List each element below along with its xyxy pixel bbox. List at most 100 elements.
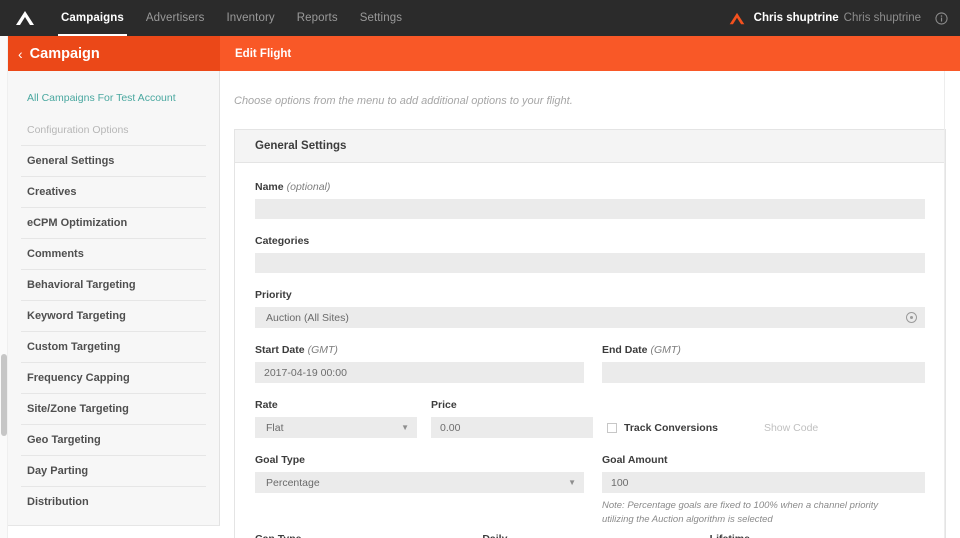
nav-item-settings[interactable]: Settings [349, 0, 413, 36]
chevron-up-avatar-icon [729, 12, 744, 24]
field-goal-amount: Goal Amount 100 Note: Percentage goals a… [601, 454, 925, 527]
sidebar-item-site-zone-targeting[interactable]: Site/Zone Targeting [21, 393, 206, 424]
info-circle-icon [935, 11, 948, 25]
field-priority: Priority Auction (All Sites) [255, 289, 925, 328]
sidebar-item-geo-targeting[interactable]: Geo Targeting [21, 424, 206, 455]
nav-item-advertisers[interactable]: Advertisers [135, 0, 216, 36]
card-body: Name (optional) Categories Priority Aucti… [235, 163, 945, 538]
clear-circle-icon[interactable] [906, 312, 917, 323]
end-date-label-text: End Date [601, 344, 648, 356]
rate-select[interactable]: Flat ▼ [255, 417, 417, 438]
cap-type-label: Cap Type [255, 533, 472, 538]
price-label: Price [431, 399, 457, 411]
app-logo[interactable] [0, 0, 50, 36]
sidebar-item-ecpm-optimization[interactable]: eCPM Optimization [21, 207, 206, 238]
sidebar-account-link[interactable]: All Campaigns For Test Account [21, 71, 206, 104]
nav-label: Advertisers [145, 12, 205, 24]
categories-label: Categories [255, 235, 310, 247]
back-chevron-icon: ‹ [18, 45, 23, 62]
general-settings-card: General Settings Name (optional) Categori… [234, 129, 946, 538]
sidebar-item-custom-targeting[interactable]: Custom Targeting [21, 331, 206, 362]
field-lifetime: Lifetime [710, 533, 925, 538]
field-daily: Daily [482, 533, 699, 538]
field-goal-type: Goal Type Percentage ▼ [255, 454, 584, 527]
sidebar-item-creatives[interactable]: Creatives [21, 176, 206, 207]
user-area: Chris shuptrine Chris shuptrine [728, 0, 960, 36]
sidebar-item-frequency-capping[interactable]: Frequency Capping [21, 362, 206, 393]
field-start-date: Start Date (GMT) 2017-04-19 00:00 [255, 344, 584, 383]
sidebar-item-behavioral-targeting[interactable]: Behavioral Targeting [21, 269, 206, 300]
name-optional-text: (optional) [286, 181, 331, 193]
page-title: Edit Flight [235, 47, 292, 60]
daily-label: Daily [482, 533, 699, 538]
date-row: Start Date (GMT) 2017-04-19 00:00 End Dat… [255, 344, 925, 383]
show-code-link[interactable]: Show Code [764, 422, 818, 434]
start-date-label: Start Date (GMT) [255, 344, 584, 356]
nav-item-inventory[interactable]: Inventory [216, 0, 286, 36]
name-label: Name (optional) [255, 181, 925, 193]
content-right-border [944, 71, 945, 538]
priority-select[interactable]: Auction (All Sites) [255, 307, 925, 328]
field-track-conversions: Track Conversions Show Code [607, 399, 818, 438]
top-navigation-bar: Campaigns Advertisers Inventory Reports … [0, 0, 960, 36]
page-scrollbar-thumb[interactable] [1, 354, 7, 436]
goal-type-label: Goal Type [255, 454, 305, 466]
goal-type-select[interactable]: Percentage ▼ [255, 472, 584, 493]
start-date-input[interactable]: 2017-04-19 00:00 [255, 362, 584, 383]
track-conversions-row: Track Conversions Show Code [607, 422, 818, 434]
nav-label: Reports [296, 12, 338, 24]
goal-row: Goal Type Percentage ▼ Goal Amount 100 N… [255, 454, 925, 527]
price-input[interactable]: 0.00 [431, 417, 593, 438]
configuration-sidebar: All Campaigns For Test Account Configura… [8, 71, 220, 526]
nav-item-campaigns[interactable]: Campaigns [50, 0, 135, 36]
user-name: Chris shuptrine [753, 12, 839, 24]
field-rate: Rate Flat ▼ [255, 399, 417, 438]
rate-row: Rate Flat ▼ Price 0.00 Track Conversions… [255, 399, 925, 438]
end-date-unit: (GMT) [650, 344, 681, 356]
main-content: Choose options from the menu to add addi… [221, 71, 960, 538]
sidebar-item-distribution[interactable]: Distribution [21, 486, 206, 517]
field-end-date: End Date (GMT) [601, 344, 925, 383]
end-date-label: End Date (GMT) [602, 344, 925, 356]
sidebar-item-comments[interactable]: Comments [21, 238, 206, 269]
name-label-text: Name [255, 181, 284, 193]
goal-amount-note: Note: Percentage goals are fixed to 100%… [601, 500, 879, 525]
nav-item-reports[interactable]: Reports [286, 0, 349, 36]
nav-label: Inventory [226, 12, 275, 24]
rate-value: Flat [266, 421, 284, 434]
chevron-down-icon: ▼ [401, 422, 409, 432]
track-conversions-checkbox[interactable] [607, 423, 617, 433]
sidebar-section-title: Configuration Options [27, 124, 129, 136]
field-categories: Categories [255, 235, 925, 273]
end-date-input[interactable] [601, 362, 925, 383]
priority-label: Priority [255, 289, 292, 301]
field-name: Name (optional) [255, 181, 925, 219]
nav-label: Settings [359, 12, 403, 24]
rate-label: Rate [255, 399, 278, 411]
goal-amount-input[interactable]: 100 [601, 472, 925, 493]
page-scrollbar[interactable] [0, 36, 8, 538]
categories-input[interactable] [255, 253, 925, 273]
start-date-label-text: Start Date [255, 344, 305, 356]
back-to-campaign-bar[interactable]: ‹ Campaign [0, 36, 220, 71]
avatar[interactable] [728, 12, 746, 25]
info-button[interactable] [935, 11, 948, 25]
start-date-unit: (GMT) [307, 344, 338, 356]
track-conversions-label: Track Conversions [624, 422, 718, 434]
nav-label: Campaigns [61, 12, 124, 24]
priority-value: Auction (All Sites) [266, 311, 349, 324]
user-account-name: Chris shuptrine [843, 12, 921, 24]
field-price: Price 0.00 [431, 399, 593, 438]
name-input[interactable] [255, 199, 925, 219]
page-header-bar: Edit Flight [220, 36, 960, 71]
sidebar-item-day-parting[interactable]: Day Parting [21, 455, 206, 486]
campaign-title: Campaign [29, 45, 100, 62]
sidebar-item-keyword-targeting[interactable]: Keyword Targeting [21, 300, 206, 331]
card-title: General Settings [235, 130, 945, 163]
main-nav-items: Campaigns Advertisers Inventory Reports … [50, 0, 413, 36]
field-cap-type: Cap Type Impression ▼ [255, 533, 472, 538]
cap-row: Cap Type Impression ▼ Daily Lifetime [255, 533, 925, 538]
sidebar-item-general-settings[interactable]: General Settings [21, 145, 206, 176]
chevron-up-logo-icon [16, 11, 34, 25]
goal-type-value: Percentage [266, 476, 320, 489]
